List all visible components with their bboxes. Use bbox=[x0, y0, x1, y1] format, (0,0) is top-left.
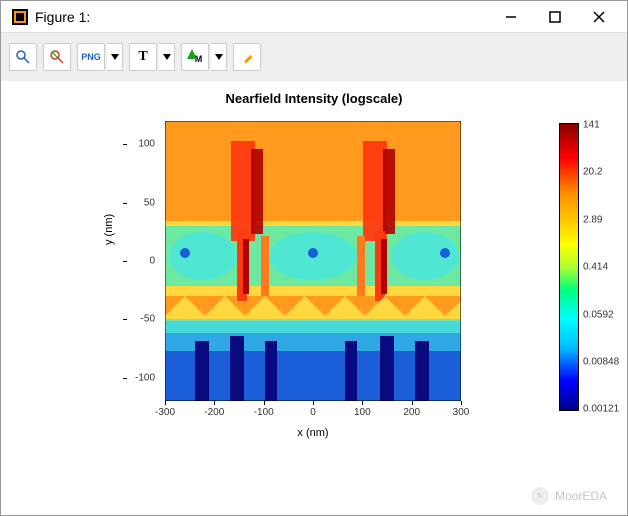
maximize-button[interactable] bbox=[543, 5, 567, 29]
y-tick: -100 bbox=[135, 372, 155, 383]
colorbar-gradient bbox=[559, 123, 579, 411]
titlebar: Figure 1: bbox=[1, 1, 627, 33]
cbar-tick: 141 bbox=[583, 120, 600, 131]
x-tick: 300 bbox=[453, 407, 470, 418]
zoom-in-button[interactable] bbox=[9, 43, 37, 71]
watermark-text: MoorEDA bbox=[555, 489, 607, 503]
cbar-tick: 0.00121 bbox=[583, 404, 619, 415]
window-controls bbox=[499, 5, 623, 29]
app-icon bbox=[11, 8, 29, 26]
watermark-icon: ✎ bbox=[531, 487, 549, 505]
export-png-button[interactable]: PNG bbox=[77, 43, 105, 71]
heatmap-axes[interactable]: 100 50 0 -50 -100 -300 -200 -100 0 100 2… bbox=[165, 121, 461, 401]
figure-area: Nearfield Intensity (logscale) bbox=[1, 81, 627, 515]
x-axis-label: x (nm) bbox=[165, 427, 461, 439]
text-tool-dropdown[interactable] bbox=[159, 43, 175, 71]
x-tick: 0 bbox=[310, 407, 316, 418]
colorbar: 141 20.2 2.89 0.414 0.0592 0.00848 0.001… bbox=[559, 123, 579, 411]
text-tool-button[interactable]: T bbox=[129, 43, 157, 71]
cbar-tick: 0.0592 bbox=[583, 310, 614, 321]
y-tick: 50 bbox=[144, 197, 155, 208]
zoom-reset-button[interactable] bbox=[43, 43, 71, 71]
cbar-tick: 0.414 bbox=[583, 262, 608, 273]
y-tick: -50 bbox=[141, 314, 155, 325]
x-tick: 200 bbox=[403, 407, 420, 418]
x-tick: -300 bbox=[155, 407, 175, 418]
cbar-tick: 2.89 bbox=[583, 215, 602, 226]
x-axis-ticks: -300 -200 -100 0 100 200 300 bbox=[165, 401, 461, 421]
window-title: Figure 1: bbox=[35, 9, 499, 25]
watermark: ✎ MoorEDA bbox=[531, 487, 607, 505]
heatmap-plot bbox=[165, 121, 461, 401]
close-button[interactable] bbox=[587, 5, 611, 29]
x-tick: -200 bbox=[204, 407, 224, 418]
y-tick: 0 bbox=[149, 256, 155, 267]
marker-tool-dropdown[interactable] bbox=[211, 43, 227, 71]
figure-window: Figure 1: PNG T M Nearfield Intensity (l… bbox=[0, 0, 628, 516]
x-tick: 100 bbox=[354, 407, 371, 418]
y-axis-label: y (nm) bbox=[103, 214, 115, 245]
y-tick: 100 bbox=[138, 139, 155, 150]
minimize-button[interactable] bbox=[499, 5, 523, 29]
chart-title: Nearfield Intensity (logscale) bbox=[1, 91, 627, 106]
edit-button[interactable] bbox=[233, 43, 261, 71]
marker-tool-button[interactable]: M bbox=[181, 43, 209, 71]
x-tick: -100 bbox=[254, 407, 274, 418]
toolbar: PNG T M bbox=[1, 33, 627, 81]
export-dropdown[interactable] bbox=[107, 43, 123, 71]
cbar-tick: 0.00848 bbox=[583, 357, 619, 368]
y-axis-ticks: 100 50 0 -50 -100 bbox=[127, 121, 161, 401]
cbar-tick: 20.2 bbox=[583, 167, 602, 178]
